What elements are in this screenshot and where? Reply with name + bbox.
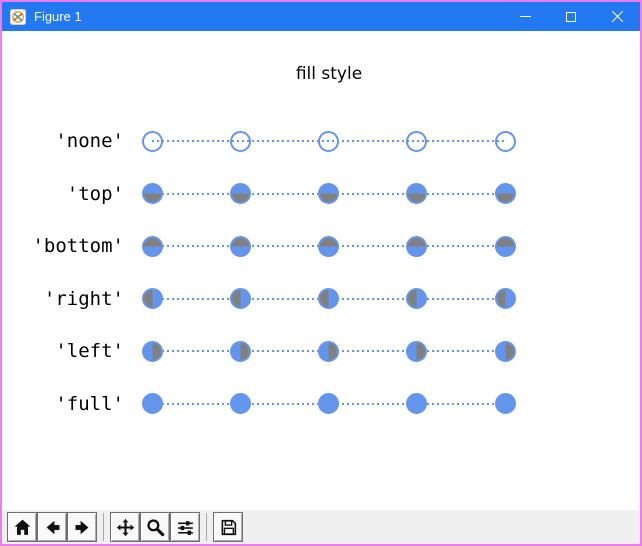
move-cross-icon [116,518,134,536]
zoom-to-rect-button[interactable] [140,512,170,542]
close-button[interactable] [594,2,640,31]
marker-right [406,288,428,309]
minimize-button[interactable] [502,2,548,31]
window-controls [502,2,640,31]
marker-bottom [494,235,516,257]
minimize-icon [519,16,531,17]
floppy-disk-icon [221,519,236,535]
marker-bottom [406,235,428,257]
arrow-left-icon [46,520,59,534]
row-label: 'full' [55,392,124,415]
navigation-toolbar [2,510,640,544]
chart-title: fill style [295,64,363,84]
marker-full [318,393,339,414]
row-label: 'top' [66,182,124,205]
sliders-icon [177,520,193,535]
marker-full [494,393,516,414]
marker-left [406,340,428,362]
matplotlib-app-icon [10,8,26,25]
home-icon [14,519,30,535]
titlebar: Figure 1 [2,2,640,31]
marker-right [229,288,251,309]
marker-right [318,288,339,309]
toolbar-separator [206,513,207,541]
save-button[interactable] [213,512,243,542]
close-icon [611,10,624,23]
pan-button[interactable] [110,512,140,542]
marker-none [406,130,428,152]
marker-left [141,340,163,362]
marker-bottom [318,235,339,257]
row-label: 'none' [55,130,124,152]
forward-button[interactable] [67,512,97,542]
marker-full [141,393,163,414]
maximize-icon [566,11,576,22]
window-title: Figure 1 [34,9,82,24]
marker-none [229,130,251,152]
figure-canvas[interactable]: fill style 'none' 'top' 'bottom' 'right' 'le… [2,31,640,510]
marker-right [494,288,516,309]
figure-window: Figure 1 fill style 'none' 'top' 'bottom' '… [0,0,642,546]
marker-left [318,340,339,362]
marker-none [318,130,339,152]
marker-top [229,183,251,204]
marker-left [494,340,516,362]
marker-top [318,183,339,204]
marker-none [141,130,163,152]
row-label: 'bottom' [32,235,124,257]
marker-full [229,393,251,414]
toolbar-separator [103,513,104,541]
marker-top [494,183,516,204]
marker-none [494,130,516,152]
marker-bottom [229,235,251,257]
configure-subplots-button[interactable] [170,512,200,542]
marker-bottom [141,235,163,257]
magnifier-icon [146,518,164,536]
marker-left [229,340,251,362]
maximize-button[interactable] [548,2,594,31]
marker-top [141,183,163,204]
row-label: 'left' [55,340,124,362]
home-button[interactable] [7,512,37,542]
arrow-right-icon [75,520,88,534]
marker-full [406,393,428,414]
row-label: 'right' [43,287,124,310]
marker-top [406,183,428,204]
marker-right [141,288,163,309]
back-button[interactable] [37,512,67,542]
